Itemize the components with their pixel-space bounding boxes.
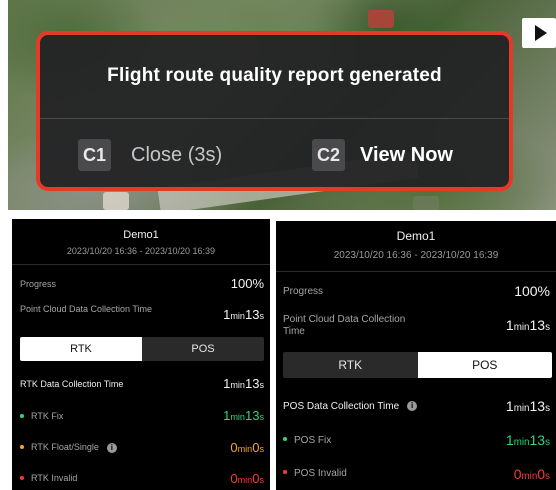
pcd-time-value: 1min13s	[505, 317, 550, 333]
rtk-invalid-value: 0min0s	[230, 471, 264, 486]
tab-pos[interactable]: POS	[417, 352, 552, 378]
orange-dot-icon	[20, 444, 24, 449]
rtk-float-single-label: RTK Float/Single i	[20, 442, 117, 453]
close-button-label: Close (3s)	[131, 143, 223, 166]
rtk-fix-label: RTK Fix	[20, 411, 63, 421]
camera-view: Flight route quality report generated C1…	[8, 0, 556, 210]
c1-key-badge: C1	[78, 139, 111, 171]
view-now-button[interactable]: C2 View Now	[312, 139, 453, 171]
mission-name: Demo1	[396, 229, 436, 243]
tab-rtk[interactable]: RTK	[20, 337, 142, 361]
green-dot-icon	[283, 437, 287, 442]
rtk-float-single-value: 0min0s	[230, 440, 264, 455]
rtk-pos-toggle: RTK POS	[20, 337, 264, 361]
tab-pos[interactable]: POS	[142, 337, 264, 361]
dialog-divider	[40, 118, 509, 119]
report-generated-dialog: Flight route quality report generated C1…	[36, 31, 513, 191]
green-dot-icon	[20, 413, 24, 418]
mission-report-panel-pos: Demo1 2023/10/20 16:36 - 2023/10/20 16:3…	[276, 221, 556, 490]
divider	[276, 271, 556, 272]
info-icon[interactable]: i	[407, 401, 418, 412]
mission-time-range: 2023/10/20 16:36 - 2023/10/20 16:39	[66, 246, 216, 256]
play-icon	[534, 25, 547, 41]
close-button[interactable]: C1 Close (3s)	[78, 139, 222, 171]
divider	[12, 264, 270, 265]
pos-collection-time-value: 1min13s	[505, 398, 550, 414]
pos-fix-value: 1min13s	[505, 432, 550, 448]
dialog-title: Flight route quality report generated	[107, 65, 442, 86]
red-dot-icon	[283, 470, 287, 475]
tab-rtk[interactable]: RTK	[283, 352, 418, 378]
progress-label: Progress	[283, 286, 324, 297]
rtk-pos-toggle: RTK POS	[283, 352, 552, 378]
mission-time-range: 2023/10/20 16:36 - 2023/10/20 16:39	[333, 250, 499, 261]
red-dot-icon	[20, 475, 24, 480]
view-now-button-label: View Now	[360, 143, 453, 166]
rtk-collection-time-label: RTK Data Collection Time	[20, 379, 124, 389]
pos-invalid-value: 0min0s	[513, 466, 550, 482]
progress-value: 100%	[514, 283, 550, 299]
rtk-fix-value: 1min13s	[223, 408, 264, 423]
pos-invalid-label: POS Invalid	[283, 468, 347, 480]
pcd-time-label: Point Cloud Data Collection Time	[20, 304, 153, 314]
progress-label: Progress	[20, 279, 57, 289]
pos-collection-time-label: POS Data Collection Time i	[283, 401, 418, 413]
rtk-collection-time-value: 1min13s	[223, 376, 264, 391]
pcd-time-value: 1min13s	[223, 307, 264, 322]
mission-name: Demo1	[123, 229, 159, 241]
rtk-invalid-label: RTK Invalid	[20, 473, 77, 483]
rooftop	[103, 192, 129, 210]
mission-report-panel-rtk: Demo1 2023/10/20 16:36 - 2023/10/20 16:3…	[12, 219, 270, 490]
info-icon[interactable]: i	[106, 442, 117, 453]
play-button[interactable]	[522, 18, 556, 48]
rooftop	[368, 10, 394, 28]
c2-key-badge: C2	[312, 139, 345, 171]
pos-fix-label: POS Fix	[283, 435, 331, 447]
progress-value: 100%	[230, 276, 264, 291]
pcd-time-label: Point Cloud Data Collection Time	[283, 314, 406, 337]
rooftop	[413, 196, 439, 210]
